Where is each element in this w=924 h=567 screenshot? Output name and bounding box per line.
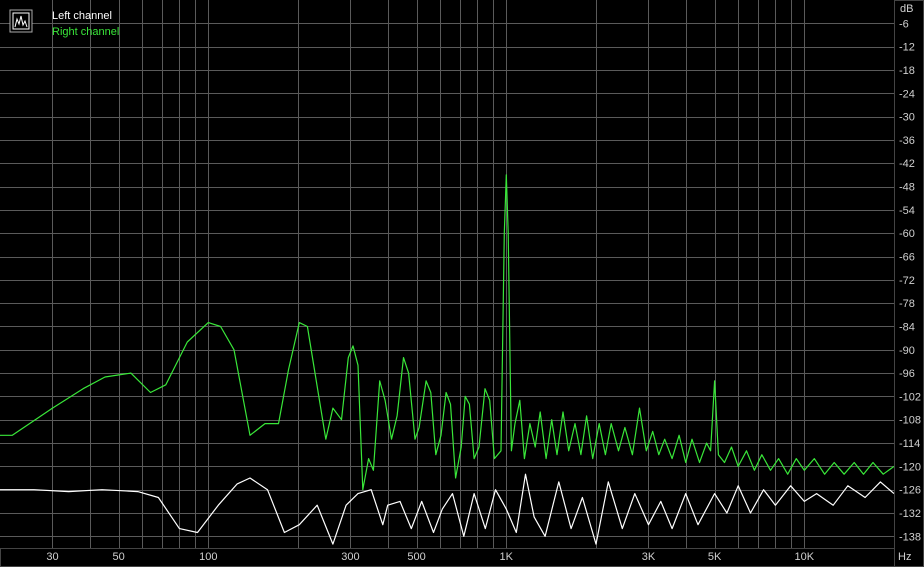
legend-item-right-channel: Right channel	[52, 26, 119, 38]
y-tick-label: -72	[899, 275, 915, 287]
y-tick-label: -60	[899, 228, 915, 240]
x-tick-label: 3K	[642, 551, 656, 563]
y-tick-label: -6	[899, 18, 909, 30]
y-tick-label: -84	[899, 321, 915, 333]
x-tick-label: 1K	[500, 551, 514, 563]
x-tick-label: 10K	[795, 551, 815, 563]
y-tick-label: -36	[899, 135, 915, 147]
y-tick-label: -132	[899, 508, 921, 520]
y-tick-label: -90	[899, 345, 915, 357]
y-tick-label: -108	[899, 415, 921, 427]
spectrum-chart: -6 -12 -18 -24 -30 -36 -42 -48 -54 -60 -66 -72 -78 -8…	[0, 0, 924, 567]
x-axis-label: Hz	[898, 551, 911, 563]
y-tick-label: -96	[899, 368, 915, 380]
y-tick-label: -24	[899, 88, 915, 100]
legend-item-left-channel: Left channel	[52, 10, 112, 22]
x-tick-label: 500	[407, 551, 425, 563]
y-tick-label: -30	[899, 112, 915, 124]
y-tick-label: -66	[899, 252, 915, 264]
y-tick-label: -120	[899, 461, 921, 473]
y-tick-label: -18	[899, 65, 915, 77]
y-axis-label: dB	[900, 3, 913, 15]
y-tick-label: -54	[899, 205, 915, 217]
y-tick-label: -12	[899, 42, 915, 54]
y-tick-label: -126	[899, 485, 921, 497]
y-tick-label: -78	[899, 298, 915, 310]
x-tick-label: 300	[341, 551, 359, 563]
x-tick-label: 5K	[708, 551, 722, 563]
chart-background	[0, 0, 924, 567]
y-tick-label: -102	[899, 391, 921, 403]
y-tick-label: -114	[899, 438, 920, 450]
x-tick-label: 100	[199, 551, 217, 563]
x-tick-label: 50	[112, 551, 124, 563]
y-tick-label: -48	[899, 182, 915, 194]
x-tick-label: 30	[46, 551, 58, 563]
y-tick-label: -42	[899, 158, 915, 170]
y-tick-label: -138	[899, 531, 921, 543]
